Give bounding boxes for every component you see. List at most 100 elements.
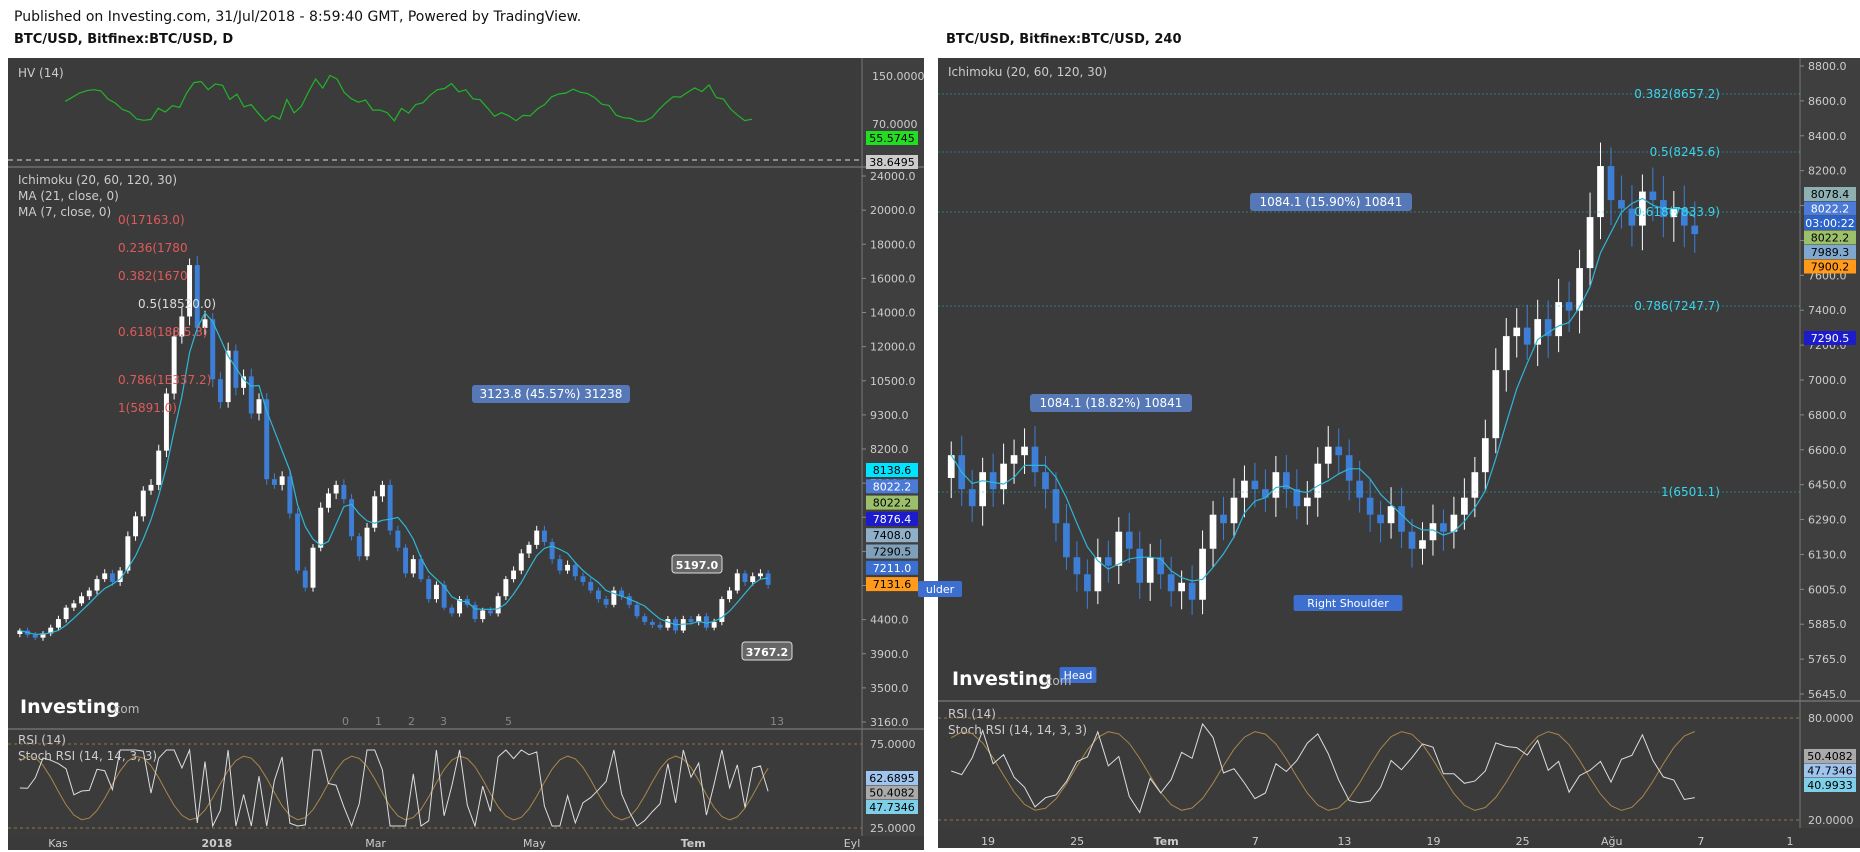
left-candle-body xyxy=(318,507,324,548)
left-candle-body xyxy=(642,616,648,622)
left-rsi-badge: 50.4082 xyxy=(869,787,915,800)
right-rsi-label: Stoch RSI (14, 14, 3, 3) xyxy=(948,723,1087,737)
right-candle-body xyxy=(1607,166,1615,201)
left-candle-body xyxy=(503,579,509,597)
left-candle-body xyxy=(86,590,92,597)
left-candle-body xyxy=(217,379,223,403)
charts-canvas[interactable]: HV (14) 150.0000 70.000055.5745 38.6495 Ichi… xyxy=(0,0,1860,852)
left-rsi-label: RSI (14) xyxy=(18,733,66,747)
right-rsi-tick: 20.0000 xyxy=(1808,814,1854,827)
left-candle-body xyxy=(665,619,671,628)
right-candle-body xyxy=(1220,514,1227,524)
left-candle-body xyxy=(487,610,493,614)
left-candle-body xyxy=(742,573,748,582)
left-price-badge: 7211.0 xyxy=(873,562,912,575)
right-candle-body xyxy=(1691,225,1699,235)
right-candle-body xyxy=(1387,506,1395,524)
right-candle-body xyxy=(1502,336,1510,371)
left-candle-body xyxy=(109,573,115,582)
right-candle-body xyxy=(1618,200,1625,209)
right-candle-body xyxy=(1241,480,1248,498)
right-candle-body xyxy=(1104,557,1112,566)
right-candle-body xyxy=(1031,446,1039,473)
right-candle-body xyxy=(1042,472,1049,490)
left-hv-label: HV (14) xyxy=(18,66,64,80)
left-gann-label: 1 xyxy=(375,715,382,728)
left-time-tick: Mar xyxy=(365,837,386,850)
right-candle-body xyxy=(1125,531,1133,549)
right-candle-body xyxy=(989,472,997,490)
right-candle-body xyxy=(1167,574,1175,592)
left-price-tick: 8200.0 xyxy=(870,443,909,456)
right-rsi-badge: 47.7346 xyxy=(1807,765,1853,778)
left-price-badge: 7131.6 xyxy=(873,578,912,591)
left-indicator-label: Ichimoku (20, 60, 120, 30) xyxy=(18,173,177,187)
right-price-tick: 5885.0 xyxy=(1808,618,1847,631)
left-candle-body xyxy=(248,376,254,414)
right-candle-body xyxy=(1335,446,1343,456)
left-price-badge: 7290.5 xyxy=(873,546,912,559)
right-candle-body xyxy=(1262,489,1269,498)
right-candle-body xyxy=(1324,446,1332,464)
left-price-tick: 4400.0 xyxy=(870,614,909,627)
right-price-tick: 8200.0 xyxy=(1808,165,1847,178)
left-gann-label: 5 xyxy=(505,715,512,728)
right-candle-body xyxy=(1377,514,1384,524)
left-time-axis-bg xyxy=(8,836,924,850)
left-time-tick: Tem xyxy=(681,837,706,850)
right-candle-body xyxy=(1513,327,1521,337)
left-candle-body xyxy=(657,624,663,628)
right-candle-body xyxy=(1398,506,1405,532)
left-candle-body xyxy=(32,634,38,638)
left-rsi-tick: 75.0000 xyxy=(870,738,916,751)
right-candle-body xyxy=(979,472,987,507)
left-price-tick: 16000.0 xyxy=(870,272,916,285)
left-candle-body xyxy=(256,399,262,414)
left-rsi-badge: 47.7346 xyxy=(869,801,915,814)
left-candle-body xyxy=(156,450,162,485)
right-plot-bg xyxy=(938,58,1800,828)
left-callout: 3767.2 xyxy=(746,646,788,659)
right-fib-label: 0.618(7833.9) xyxy=(1634,205,1720,219)
right-price-tick: 8600.0 xyxy=(1808,95,1847,108)
right-candle-body xyxy=(1565,302,1573,311)
right-candle-body xyxy=(1597,166,1604,218)
right-candle-body xyxy=(1586,217,1594,269)
left-candle-body xyxy=(102,573,108,580)
left-price-tick: 3900.0 xyxy=(870,648,909,661)
left-candle-body xyxy=(757,573,763,577)
left-candle-body xyxy=(549,541,555,560)
left-price-tick: 12000.0 xyxy=(870,341,916,354)
left-hv-badge-1: 38.6495 xyxy=(869,156,915,169)
right-candle-body xyxy=(1073,557,1081,575)
right-candle-body xyxy=(1010,455,1018,464)
left-candle-body xyxy=(541,530,547,542)
left-rsi-tick: 25.0000 xyxy=(870,822,916,835)
right-price-badge: 8078.4 xyxy=(1811,188,1850,201)
left-rsi-badge: 62.6895 xyxy=(869,772,915,785)
right-fib-label: 1(6501.1) xyxy=(1661,485,1720,499)
right-candle-body xyxy=(1471,472,1479,498)
right-fib-label: 0.786(7247.7) xyxy=(1634,299,1720,313)
left-candle-body xyxy=(63,607,69,620)
right-candle-body xyxy=(1408,531,1416,549)
left-candle-body xyxy=(410,559,416,574)
left-price-badge: 8022.2 xyxy=(873,480,912,493)
left-logo-suffix: .com xyxy=(110,702,139,716)
left-candle-body xyxy=(387,484,393,531)
right-candle-body xyxy=(1146,557,1154,583)
left-measure-annotation: 3123.8 (45.57%) 31238 xyxy=(472,385,630,403)
left-candle-body xyxy=(287,476,293,514)
left-candle-body xyxy=(572,564,578,577)
left-candle-body xyxy=(526,544,532,554)
right-rsi-badge: 40.9933 xyxy=(1807,779,1853,792)
right-time-tick: Tem xyxy=(1154,835,1179,848)
left-candle-body xyxy=(511,570,517,580)
left-candle-body xyxy=(703,616,709,628)
left-candle-body xyxy=(210,319,216,380)
left-candle-body xyxy=(480,610,486,620)
left-candle-body xyxy=(649,621,655,625)
left-candle-body xyxy=(634,604,640,617)
left-hv-badge-0: 55.5745 xyxy=(869,132,915,145)
left-candle-body xyxy=(302,570,308,588)
